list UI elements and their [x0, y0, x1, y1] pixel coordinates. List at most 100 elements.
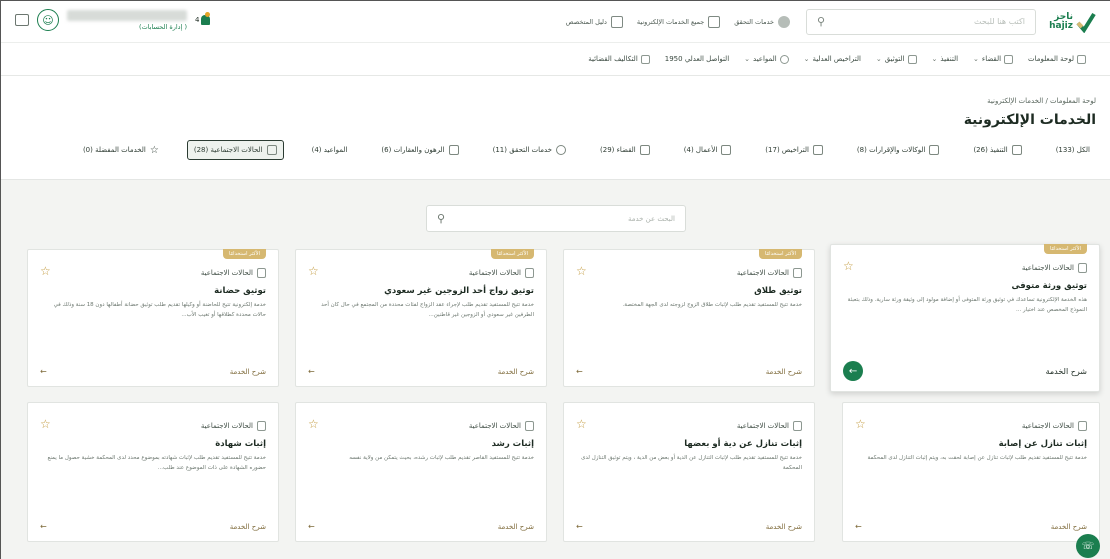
- service-explain-link[interactable]: شرح الخدمة ←: [855, 522, 1087, 531]
- card-category: الحالات الاجتماعية: [855, 421, 1087, 431]
- top-link-label: جميع الخدمات الإلكترونية: [636, 17, 705, 26]
- nav-judiciary[interactable]: القضاء ⌄: [973, 54, 1014, 64]
- tab-mortgages[interactable]: الرهون والعقارات (6): [375, 141, 464, 159]
- arrow-left-icon: ←: [576, 367, 583, 376]
- service-card[interactable]: ☆ الحالات الاجتماعية إثبات رشد خدمة تتيح…: [295, 402, 547, 542]
- card-title: توثيق حضانة: [214, 286, 266, 296]
- breadcrumb[interactable]: لوحة المعلومات / الخدمات الإلكترونية: [987, 97, 1096, 105]
- nav-dashboard[interactable]: لوحة المعلومات: [1028, 54, 1086, 64]
- card-title: إثبات رشد: [491, 439, 534, 449]
- user-sub: (إدارة الحسابات ): [139, 22, 187, 31]
- service-card[interactable]: الأكثر استخدامًا ☆ الحالات الاجتماعية تو…: [295, 249, 547, 387]
- tab-licenses[interactable]: التراخيص (17): [759, 141, 829, 159]
- star-icon[interactable]: ☆: [843, 259, 854, 273]
- service-explain-label: شرح الخدمة: [229, 367, 266, 376]
- tab-verification[interactable]: خدمات التحقق (11): [487, 141, 572, 159]
- service-card[interactable]: الأكثر استخدامًا ☆ الحالات الاجتماعية تو…: [27, 249, 279, 387]
- tab-label: الوكالات والإقرارات (8): [856, 146, 926, 154]
- service-card[interactable]: ☆ الحالات الاجتماعية إثبات شهادة خدمة تت…: [27, 402, 279, 542]
- service-explain-link[interactable]: شرح الخدمة ←: [40, 367, 266, 376]
- star-icon[interactable]: ☆: [576, 264, 587, 278]
- header-panel: لوحة المعلومات / الخدمات الإلكترونية الخ…: [1, 76, 1110, 180]
- service-card[interactable]: ☆ الحالات الاجتماعية إثبات تنازل عن إصاب…: [842, 402, 1100, 542]
- tab-all[interactable]: الكل (133): [1050, 142, 1096, 158]
- service-explain-link[interactable]: شرح الخدمة ←: [308, 367, 534, 376]
- service-card[interactable]: الأكثر استخدامًا ☆ الحالات الاجتماعية تو…: [563, 249, 815, 387]
- chevron-down-icon: ⌄: [973, 55, 979, 63]
- card-desc: خدمة تتيح للمستفيد تقديم طلب لإثبات شهاد…: [47, 455, 266, 471]
- service-search-input[interactable]: البحث عن خدمة ⚲: [426, 205, 686, 232]
- user-box[interactable]: (إدارة الحسابات ): [67, 9, 187, 31]
- gavel-icon: [639, 145, 650, 155]
- card-category: الحالات الاجتماعية: [40, 268, 266, 278]
- tab-label: الخدمات المفضلة (0): [82, 146, 146, 154]
- service-explain-link[interactable]: شرح الخدمة ←: [576, 522, 802, 531]
- most-used-badge: الأكثر استخدامًا: [222, 249, 266, 259]
- card-category-label: الحالات الاجتماعية: [200, 422, 253, 430]
- nav-enforcement[interactable]: التنفيذ ⌄: [932, 55, 959, 63]
- nav-licenses[interactable]: التراخيص العدلية ⌄: [804, 55, 861, 63]
- tab-enforcement[interactable]: التنفيذ (26): [967, 141, 1027, 159]
- tab-label: الكل (133): [1055, 146, 1090, 154]
- star-icon[interactable]: ☆: [308, 417, 319, 431]
- star-icon[interactable]: ☆: [308, 264, 319, 278]
- nav-label: القضاء: [981, 55, 1002, 63]
- top-link-all-services[interactable]: جميع الخدمات الإلكترونية: [636, 15, 721, 28]
- card-title: توثيق ورثة متوفى: [1011, 281, 1087, 291]
- star-icon[interactable]: ☆: [40, 417, 51, 431]
- logout-icon[interactable]: [15, 14, 29, 26]
- guide-icon: [610, 15, 623, 28]
- tab-appointments[interactable]: المواعيد (4): [306, 142, 354, 158]
- family-icon: [793, 421, 802, 431]
- family-icon: [257, 421, 266, 431]
- user-name-blurred: [67, 9, 187, 21]
- service-explain-link[interactable]: شرح الخدمة ←: [308, 522, 534, 531]
- top-link-guide[interactable]: دليل المتخصص: [565, 15, 623, 28]
- card-category-label: الحالات الاجتماعية: [200, 269, 253, 277]
- card-desc: خدمة إلكترونية تتيح للحاضنة أو وكيلها تق…: [53, 302, 266, 318]
- najiz-logo[interactable]: ناجز hajiz: [1048, 7, 1096, 37]
- star-icon[interactable]: ☆: [40, 264, 51, 278]
- service-explain-link[interactable]: شرح الخدمة ←: [576, 367, 802, 376]
- avatar[interactable]: ☺: [37, 9, 59, 31]
- arrow-left-icon: ←: [308, 522, 315, 531]
- tab-label: الرهون والعقارات (6): [381, 146, 445, 154]
- star-icon[interactable]: ☆: [576, 417, 587, 431]
- gavel-icon: [1011, 145, 1022, 155]
- card-desc: خدمة تتيح للمستفيد تقديم طلب لإثبات تناز…: [867, 455, 1087, 461]
- card-category: الحالات الاجتماعية: [308, 268, 534, 278]
- service-explain-link[interactable]: شرح الخدمة ←: [40, 522, 266, 531]
- service-card[interactable]: ☆ الحالات الاجتماعية إثبات تنازل عن دية …: [563, 402, 815, 542]
- document-icon: [907, 54, 917, 64]
- scale-icon: [640, 54, 650, 64]
- arrow-left-icon: ←: [843, 361, 863, 381]
- service-explain-label: شرح الخدمة: [497, 522, 534, 531]
- license-icon: [812, 145, 823, 155]
- service-card[interactable]: الأكثر استخدامًا ☆ الحالات الاجتماعية تو…: [830, 244, 1100, 392]
- card-category-label: الحالات الاجتماعية: [1021, 422, 1074, 430]
- family-icon: [1078, 263, 1087, 273]
- global-search-input[interactable]: اكتب هنا للبحث ⚲: [806, 8, 1036, 35]
- notifications[interactable]: 4: [195, 12, 211, 25]
- tab-judiciary[interactable]: القضاء (29): [594, 141, 656, 159]
- nav-appointments[interactable]: المواعيد ⌄: [744, 54, 789, 64]
- tab-favorites[interactable]: ☆ الخدمات المفضلة (0): [77, 141, 165, 160]
- main-nav: لوحة المعلومات القضاء ⌄ التنفيذ ⌄ التوثيق ⌄…: [1, 42, 1110, 76]
- verify-icon: [556, 145, 567, 155]
- top-link-label: دليل المتخصص: [565, 17, 607, 26]
- nav-label: التواصل العدلي 1950: [664, 55, 730, 63]
- nav-contact-1950[interactable]: التواصل العدلي 1950: [665, 55, 729, 63]
- service-explain-link[interactable]: شرح الخدمة ←: [843, 361, 1087, 381]
- tab-business[interactable]: الأعمال (4): [678, 141, 738, 159]
- nav-notarization[interactable]: التوثيق ⌄: [876, 54, 917, 64]
- arrow-left-icon: ←: [40, 367, 47, 376]
- star-icon[interactable]: ☆: [855, 417, 866, 431]
- top-link-verify[interactable]: خدمات التحقق: [734, 15, 790, 28]
- clock-icon: [779, 54, 789, 64]
- nav-court-costs[interactable]: التكاليف القضائية: [588, 54, 650, 64]
- help-chat-button[interactable]: ☏: [1076, 534, 1100, 558]
- star-icon: ☆: [149, 144, 159, 156]
- tab-social-status[interactable]: الحالات الاجتماعية (28): [186, 140, 284, 160]
- service-explain-label: شرح الخدمة: [497, 367, 534, 376]
- tab-agencies[interactable]: الوكالات والإقرارات (8): [851, 141, 946, 159]
